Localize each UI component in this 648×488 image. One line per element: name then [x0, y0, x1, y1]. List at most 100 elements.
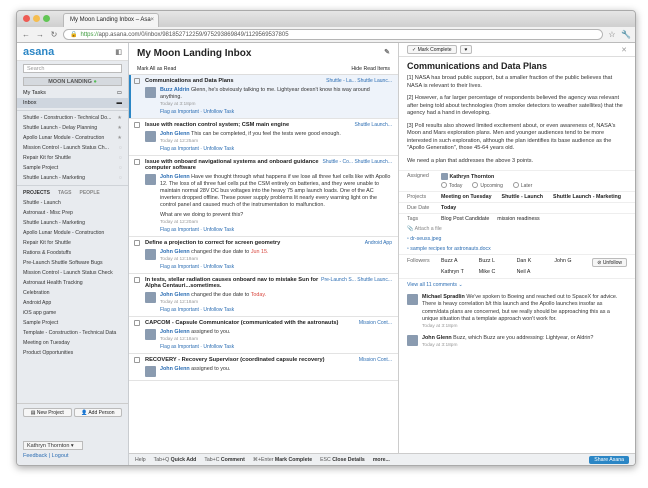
task-title[interactable]: RECOVERY - Recovery Supervisor (coordina…: [145, 357, 325, 363]
task-project-tags[interactable]: Shuttle Launch...: [354, 122, 392, 128]
inbox-task[interactable]: Issue with onboard navigational systems …: [129, 156, 398, 238]
view-all-comments-link[interactable]: View all 11 comments ⌄: [399, 279, 635, 291]
sidebar-toggle-icon[interactable]: ◧: [115, 48, 122, 56]
task-actions[interactable]: Flag as Important · Unfollow Task: [160, 109, 392, 115]
tag-chip[interactable]: Blog Post Candidate: [441, 216, 489, 222]
task-title[interactable]: In tests, stellar radiation causes onboa…: [145, 277, 321, 289]
unfollow-button[interactable]: ⊘ Unfollow: [592, 258, 627, 268]
comment-author[interactable]: John Glenn: [160, 329, 190, 335]
project-item[interactable]: Template - Construction - Technical Data: [17, 328, 128, 338]
close-tab-icon[interactable]: ×: [150, 17, 154, 23]
follower-name[interactable]: Dan K: [517, 258, 555, 264]
starred-project-item[interactable]: Shuttle Launch - Delay Planning ★: [17, 123, 128, 133]
project-status-icon[interactable]: ◌: [119, 145, 122, 151]
comment-author[interactable]: John Glenn: [422, 335, 452, 341]
comment-author[interactable]: John Glenn: [160, 366, 190, 372]
project-item[interactable]: Rations & Foodstuffs: [17, 248, 128, 258]
project-item[interactable]: Mission Control - Launch Status Check: [17, 268, 128, 278]
project-chip[interactable]: Shuttle Launch - Marketing: [553, 194, 621, 200]
tag-chip[interactable]: mission readiness: [497, 216, 539, 222]
star-icon[interactable]: ★: [117, 115, 122, 121]
inbox-task[interactable]: RECOVERY - Recovery Supervisor (coordina…: [129, 354, 398, 382]
attachment-file[interactable]: ▫ sample recipes for astronauts.docx: [399, 244, 635, 254]
tab-projects[interactable]: PROJECTS: [23, 190, 50, 196]
project-item[interactable]: Android App: [17, 298, 128, 308]
starred-project-item[interactable]: Apollo Lunar Module - Construction ★: [17, 133, 128, 143]
task-actions[interactable]: Flag as Important · Unfollow Task: [160, 227, 392, 233]
radio-later[interactable]: Later: [513, 182, 532, 189]
project-status-icon[interactable]: ◌: [119, 175, 122, 181]
project-item[interactable]: Product Opportunities: [17, 348, 128, 358]
starred-project-item[interactable]: Shuttle - Construction - Technical Do...…: [17, 113, 128, 123]
tab-tags[interactable]: TAGS: [58, 190, 72, 196]
task-title[interactable]: Communications and Data Plans: [145, 78, 234, 84]
task-checkbox[interactable]: [134, 320, 140, 327]
compose-icon[interactable]: ✎: [384, 48, 390, 60]
task-checkbox[interactable]: [134, 78, 140, 84]
project-status-icon[interactable]: ◌: [119, 155, 122, 161]
new-project-button[interactable]: ▤ New Project: [23, 408, 72, 417]
project-item[interactable]: Pre-Launch Shuttle Software Bugs: [17, 258, 128, 268]
attach-file-link[interactable]: 📎 Attach a file: [399, 224, 635, 234]
inbox-task[interactable]: Communications and Data Plans Shuttle - L…: [129, 75, 398, 120]
share-asana-button[interactable]: Share Asana: [589, 455, 629, 464]
task-project-tags[interactable]: Mission Cont...: [359, 357, 392, 363]
task-title[interactable]: Issue with reaction control system; CSM …: [145, 122, 289, 128]
comment-author[interactable]: John Glenn: [160, 174, 190, 180]
task-project-tags[interactable]: Shuttle - Co... Shuttle Launch...: [323, 159, 393, 171]
task-title[interactable]: Define a projection to correct for scree…: [145, 240, 280, 246]
more-shortcuts-link[interactable]: more...: [373, 457, 390, 463]
task-checkbox[interactable]: [134, 357, 140, 364]
project-item[interactable]: Celebration: [17, 288, 128, 298]
task-actions[interactable]: Flag as Important · Unfollow Task: [160, 146, 392, 152]
radio-today[interactable]: Today: [441, 182, 462, 189]
help-link[interactable]: Help: [135, 457, 146, 463]
user-menu[interactable]: Kathryn Thornton ▾: [23, 441, 83, 450]
follower-name[interactable]: Kathryn T: [441, 269, 479, 275]
task-title[interactable]: Issue with onboard navigational systems …: [145, 159, 323, 171]
mark-all-read-link[interactable]: Mark All as Read: [137, 66, 176, 73]
inbox-task[interactable]: In tests, stellar radiation causes onboa…: [129, 274, 398, 318]
project-item[interactable]: Shuttle Launch - Marketing: [17, 218, 128, 228]
close-window-button[interactable]: [23, 15, 30, 22]
nav-my-tasks[interactable]: My Tasks ▭: [17, 88, 128, 98]
comment-author[interactable]: John Glenn: [160, 131, 190, 137]
project-item[interactable]: Sample Project: [17, 318, 128, 328]
task-description[interactable]: [1] NASA has broad public support, but a…: [399, 75, 635, 165]
follower-name[interactable]: Mike C: [479, 269, 517, 275]
add-person-button[interactable]: 👤 Add Person: [73, 408, 122, 417]
task-checkbox[interactable]: [134, 122, 140, 129]
logout-link[interactable]: Logout: [52, 453, 69, 459]
bookmark-star-icon[interactable]: ☆: [607, 30, 617, 39]
comment-author[interactable]: John Glenn: [160, 292, 190, 298]
project-item[interactable]: Astronaut Health Tracking: [17, 278, 128, 288]
inbox-task[interactable]: Issue with reaction control system; CSM …: [129, 119, 398, 157]
browser-tab[interactable]: My Moon Landing Inbox – Asa ×: [63, 13, 159, 27]
inbox-task[interactable]: CAPCOM - Capsule Communicator (communica…: [129, 317, 398, 355]
attachment-file[interactable]: ▫ dr-seuss.jpeg: [399, 234, 635, 244]
task-actions[interactable]: Flag as Important · Unfollow Task: [160, 307, 392, 313]
comment-author[interactable]: Michael Spradlin: [422, 294, 465, 300]
task-project-tags[interactable]: Shuttle - La... Shuttle Launc...: [326, 78, 392, 84]
close-icon[interactable]: ✕: [621, 46, 627, 54]
inbox-task[interactable]: Define a projection to correct for scree…: [129, 237, 398, 275]
tab-people[interactable]: PEOPLE: [79, 190, 99, 196]
due-date-value[interactable]: Today: [441, 205, 456, 211]
starred-project-item[interactable]: Mission Control - Launch Status Ch... ◌: [17, 143, 128, 153]
follower-name[interactable]: Buzz L: [479, 258, 517, 264]
hide-read-link[interactable]: Hide Read Items: [351, 66, 390, 73]
project-item[interactable]: Meeting on Tuesday: [17, 338, 128, 348]
task-actions[interactable]: Flag as Important · Unfollow Task: [160, 264, 392, 270]
search-input[interactable]: Search: [23, 64, 122, 73]
nav-inbox[interactable]: Inbox ▬: [17, 98, 128, 108]
project-item[interactable]: Shuttle - Launch: [17, 198, 128, 208]
task-actions[interactable]: Flag as Important · Unfollow Task: [160, 344, 392, 350]
task-project-tags[interactable]: Mission Cont...: [359, 320, 392, 326]
task-project-tags[interactable]: Pre-Launch S... Shuttle Launc...: [321, 277, 392, 289]
forward-icon[interactable]: →: [35, 30, 45, 39]
star-icon[interactable]: ★: [117, 125, 122, 131]
task-checkbox[interactable]: [134, 277, 140, 284]
follower-name[interactable]: Buzz A: [441, 258, 479, 264]
feedback-link[interactable]: Feedback: [23, 453, 47, 459]
minimize-window-button[interactable]: [33, 15, 40, 22]
